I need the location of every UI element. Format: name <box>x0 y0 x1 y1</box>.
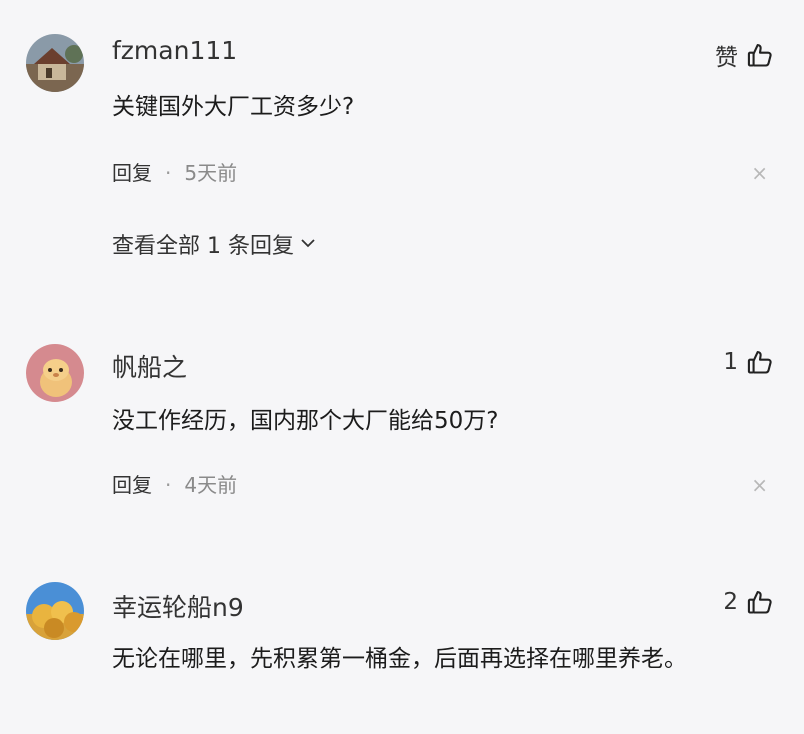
view-replies-button[interactable]: 查看全部 1 条回复 <box>112 228 316 260</box>
avatar[interactable] <box>26 582 84 640</box>
like-count: 赞 <box>715 45 738 71</box>
like-count: 1 <box>723 349 738 375</box>
comment-text: 无论在哪里，先积累第一桶金，后面再选择在哪里养老。 <box>112 646 687 672</box>
comment-text: 没工作经历，国内那个大厂能给50万? <box>112 408 499 434</box>
like-count: 2 <box>723 589 738 615</box>
reply-button[interactable]: 回复 <box>112 473 152 497</box>
view-replies-label: 查看全部 1 条回复 <box>112 234 294 259</box>
like-button[interactable]: 2 <box>723 588 774 616</box>
close-icon[interactable]: × <box>751 163 768 183</box>
close-icon[interactable]: × <box>751 475 768 495</box>
timestamp: 5天前 <box>184 161 238 185</box>
username[interactable]: fzman111 <box>112 36 237 65</box>
like-button[interactable]: 赞 <box>715 38 774 72</box>
avatar[interactable] <box>26 344 84 402</box>
comment-meta: 回复 · 5天前 <box>112 157 237 186</box>
username[interactable]: 幸运轮船n9 <box>112 588 244 624</box>
separator-dot: · <box>165 473 172 497</box>
separator-dot: · <box>165 161 172 185</box>
comment-meta: 回复 · 4天前 <box>112 469 237 498</box>
thumbs-up-icon <box>746 41 774 69</box>
reply-button[interactable]: 回复 <box>112 161 152 185</box>
comment-text: 关键国外大厂工资多少? <box>112 94 355 120</box>
chevron-down-icon <box>300 232 316 257</box>
timestamp: 4天前 <box>184 473 238 497</box>
like-button[interactable]: 1 <box>723 348 774 376</box>
avatar[interactable] <box>26 34 84 92</box>
thumbs-up-icon <box>746 588 774 616</box>
username[interactable]: 帆船之 <box>112 348 187 384</box>
thumbs-up-icon <box>746 348 774 376</box>
